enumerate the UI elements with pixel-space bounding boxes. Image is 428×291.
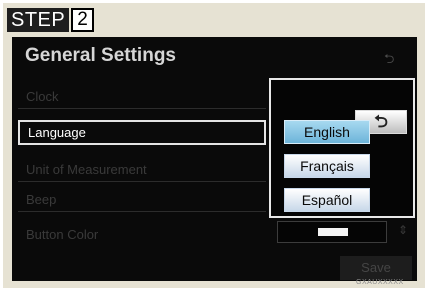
settings-row-clock[interactable]: Clock xyxy=(18,84,266,109)
language-popup: ⮌ English Français Español xyxy=(269,78,415,218)
language-option-english[interactable]: English xyxy=(284,120,370,144)
save-button[interactable]: Save xyxy=(340,256,412,280)
button-color-swatch xyxy=(318,228,348,236)
settings-row-button-color[interactable]: Button Color xyxy=(18,222,266,247)
language-option-francais[interactable]: Français xyxy=(284,154,370,178)
settings-row-beep[interactable]: Beep xyxy=(18,187,266,212)
watermark: GXAUXXXXX xyxy=(356,279,404,286)
language-option-espanol[interactable]: Español xyxy=(284,188,370,212)
step-number: 2 xyxy=(71,8,94,32)
back-arrow-icon[interactable]: ⮌ xyxy=(384,50,394,72)
page-title: General Settings xyxy=(25,45,176,66)
step-label: STEP 2 xyxy=(7,8,94,32)
settings-row-unit-of-measurement[interactable]: Unit of Measurement xyxy=(18,157,266,182)
step-word: STEP xyxy=(7,8,70,32)
button-color-selector[interactable] xyxy=(277,221,387,243)
display-screen: General Settings ⮌ Clock Language Unit o… xyxy=(12,37,417,281)
settings-row-language[interactable]: Language xyxy=(18,120,266,145)
color-arrows-icon[interactable]: ⇕ xyxy=(398,223,408,237)
